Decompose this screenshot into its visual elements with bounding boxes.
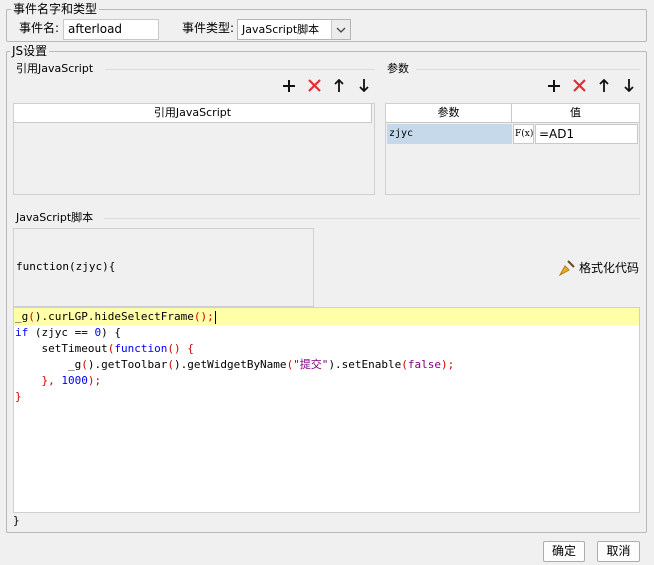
params-divider	[416, 69, 640, 70]
ref-js-divider	[105, 69, 375, 70]
move-down-js-button[interactable]	[355, 79, 373, 97]
arrow-down-icon	[359, 79, 369, 93]
param-column-header: 参数	[386, 104, 512, 123]
broom-icon	[558, 260, 575, 277]
params-table[interactable]: 参数 值 zjyc F(x) =AD1	[385, 103, 640, 195]
format-code-label: 格式化代码	[579, 261, 640, 275]
param-name-cell[interactable]: zjyc	[387, 124, 512, 144]
move-up-js-button[interactable]	[330, 78, 348, 97]
function-signature-panel: function(zjyc){	[13, 228, 314, 307]
code-line-1: _g().curLGP.hideSelectFrame();	[15, 310, 216, 324]
delete-x-icon	[307, 79, 321, 92]
plus-icon	[548, 80, 560, 92]
ref-js-title: 引用JavaScript	[16, 62, 94, 75]
code-editor[interactable]: _g().curLGP.hideSelectFrame(); if (zjyc …	[13, 307, 640, 513]
ref-js-column-header: 引用JavaScript	[14, 104, 372, 123]
move-up-param-button[interactable]	[595, 78, 613, 97]
event-name-label: 事件名:	[19, 21, 60, 35]
function-signature: function(zjyc){	[16, 260, 116, 273]
params-title: 参数	[387, 62, 409, 75]
code-line-6: }	[15, 390, 22, 403]
event-name-input[interactable]: afterload	[63, 19, 159, 40]
js-settings-title: JS设置	[10, 44, 50, 58]
value-column-header: 值	[512, 104, 639, 123]
param-value-cell[interactable]: =AD1	[535, 124, 638, 144]
formula-button[interactable]: F(x)	[513, 124, 534, 144]
event-type-value: JavaScript脚本	[242, 23, 320, 36]
arrow-up-icon	[334, 78, 344, 92]
code-line-5: }, 1000);	[15, 374, 102, 387]
add-js-button[interactable]	[280, 79, 298, 97]
move-down-param-button[interactable]	[620, 79, 638, 97]
chevron-down-icon[interactable]	[331, 20, 350, 39]
function-closing-brace: }	[13, 514, 20, 527]
event-type-label: 事件类型:	[182, 21, 235, 35]
code-line-2: if (zjyc == 0) {	[15, 326, 121, 339]
ref-js-list[interactable]: 引用JavaScript	[13, 103, 375, 195]
event-type-select[interactable]: JavaScript脚本	[237, 19, 351, 40]
text-cursor	[214, 310, 216, 324]
script-divider	[104, 218, 640, 219]
add-param-button[interactable]	[545, 79, 563, 97]
delete-param-button[interactable]	[570, 79, 588, 97]
arrow-up-icon	[599, 78, 609, 92]
arrow-down-icon	[624, 79, 634, 93]
delete-js-button[interactable]	[305, 79, 323, 97]
plus-icon	[283, 80, 295, 92]
script-title: JavaScript脚本	[16, 211, 94, 224]
event-settings-title: 事件名字和类型	[11, 2, 100, 16]
formula-icon: F(x)	[515, 129, 534, 139]
cancel-button[interactable]: 取消	[597, 541, 640, 562]
ok-button[interactable]: 确定	[543, 541, 585, 562]
code-line-4: _g().getToolbar().getWidgetByName("提交").…	[15, 358, 455, 371]
delete-x-icon	[572, 79, 586, 92]
param-row[interactable]: zjyc F(x) =AD1	[386, 123, 639, 145]
code-line-3: setTimeout(function() {	[15, 342, 194, 355]
